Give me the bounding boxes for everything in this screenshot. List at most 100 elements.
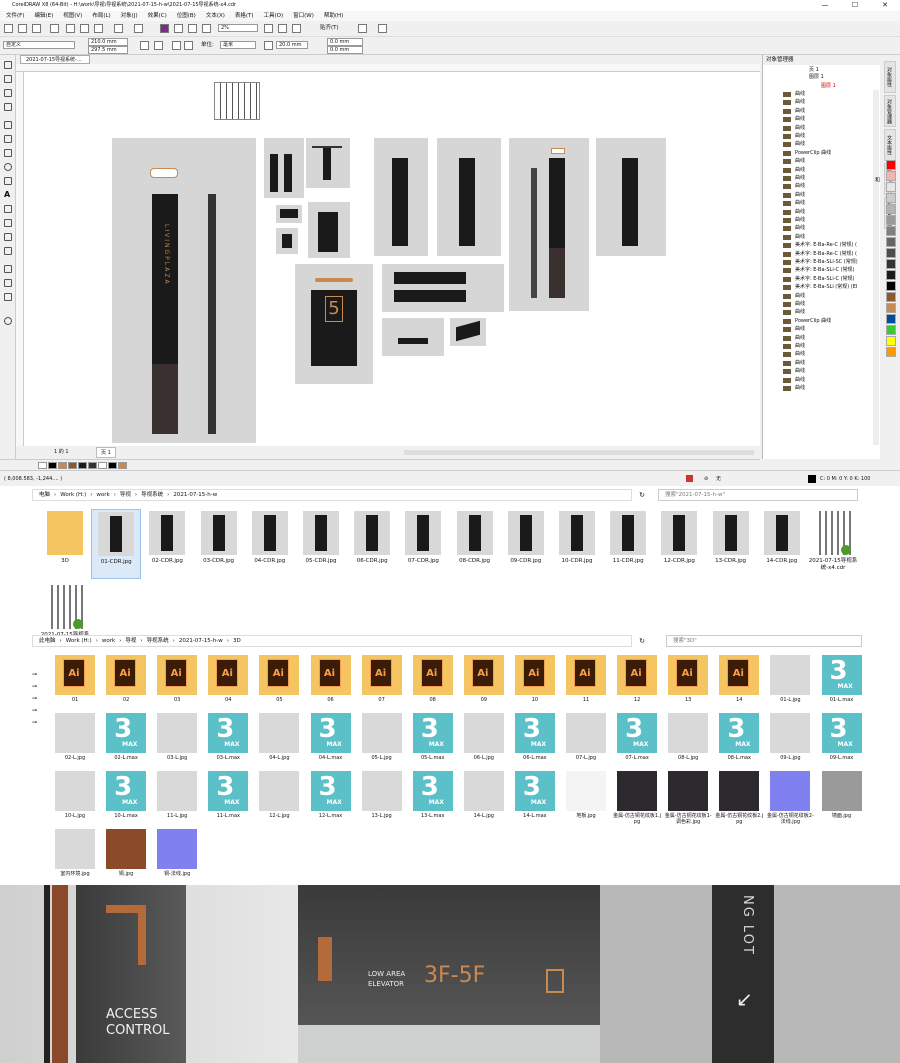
file-item[interactable]: 14-CDR.jpg (757, 509, 807, 579)
refresh-icon[interactable]: ↻ (636, 489, 648, 501)
crop-tool-icon[interactable] (4, 89, 12, 97)
artboard-03[interactable] (306, 138, 350, 188)
palette-swatch[interactable] (886, 259, 896, 269)
palette-swatch[interactable] (886, 347, 896, 357)
duplicate-y-field[interactable]: 0.0 mm (327, 46, 363, 54)
page-node[interactable]: 页 1 (809, 66, 819, 73)
file-item[interactable]: 3 MAX 07-L.max (612, 713, 662, 770)
breadcrumb-segment[interactable]: 导视 (125, 638, 136, 644)
file-item[interactable]: 07-L.jpg (561, 713, 611, 770)
chevron-right-icon[interactable]: › (96, 638, 98, 644)
breadcrumb-segment[interactable]: 导视 (120, 492, 131, 498)
object-tree-row[interactable]: 曲线 (783, 308, 878, 316)
print-icon[interactable] (50, 24, 59, 33)
chevron-right-icon[interactable]: › (114, 492, 116, 498)
object-tree-row[interactable]: 曲线 (783, 98, 878, 106)
page-tab[interactable]: 页 1 (96, 447, 116, 458)
file-item[interactable]: 12-L.jpg (254, 771, 304, 828)
object-tree-row[interactable]: 曲线 (783, 124, 878, 132)
object-tree-row[interactable]: PowerClip 曲线 (783, 317, 878, 325)
menu-item[interactable]: 工具(O) (264, 13, 284, 19)
menu-item[interactable]: 编辑(E) (34, 13, 53, 19)
refresh-icon[interactable]: ↻ (636, 635, 648, 647)
horizontal-scrollbar[interactable] (404, 450, 754, 455)
object-tree-row[interactable]: 曲线 (783, 199, 878, 207)
pin-icon[interactable]: ⊸ (32, 707, 42, 719)
document-swatch[interactable] (118, 462, 127, 469)
chevron-right-icon[interactable]: › (119, 638, 121, 644)
menu-item[interactable]: 文本(X) (206, 13, 225, 19)
file-item[interactable]: 12-CDR.jpg (654, 509, 704, 579)
units-select[interactable]: 毫米 (220, 41, 256, 49)
artboard-12[interactable] (382, 264, 504, 312)
object-tree-row[interactable]: 曲线 (783, 216, 878, 224)
undo-icon[interactable] (114, 24, 123, 33)
maximize-button[interactable]: ☐ (840, 0, 870, 11)
palette-swatch[interactable] (886, 314, 896, 324)
landscape-icon[interactable] (154, 41, 163, 50)
minimize-button[interactable]: — (810, 0, 840, 11)
file-item[interactable]: 14-L.jpg (459, 771, 509, 828)
palette-swatch[interactable] (886, 303, 896, 313)
object-tree-row[interactable]: 曲线 (783, 115, 878, 123)
file-item[interactable]: 金属-仿古铜花纹板2-法线.jpg (765, 771, 815, 828)
publish-pdf-icon[interactable] (188, 24, 197, 33)
file-item[interactable]: 室内环境.jpg (50, 829, 100, 886)
file-item[interactable]: 02-CDR.jpg (142, 509, 192, 579)
palette-swatch[interactable] (886, 325, 896, 335)
object-tree-row[interactable]: 曲线 (783, 384, 878, 392)
palette-swatch[interactable] (886, 171, 896, 181)
app-launcher-icon[interactable] (202, 24, 211, 33)
file-item[interactable]: 01-L.jpg (765, 655, 815, 712)
breadcrumb-segment[interactable]: Work (H:) (60, 492, 86, 498)
file-item[interactable]: 3 MAX 10-L.max (101, 771, 151, 828)
interactive-fill-icon[interactable] (4, 279, 12, 287)
document-swatch[interactable] (48, 462, 57, 469)
artboard-09[interactable] (509, 138, 589, 311)
eyedropper-tool-icon[interactable] (4, 265, 12, 273)
pin-icon[interactable]: ⊸ (32, 719, 42, 731)
icon-set-artwork[interactable] (214, 82, 260, 120)
chevron-right-icon[interactable]: › (173, 638, 175, 644)
docker-tab[interactable]: 对象管理器 (884, 95, 896, 127)
object-tree-row[interactable]: 曲线 (783, 233, 878, 241)
object-tree-row[interactable]: 美术字: E-Ba-SLi-SC (常规) (783, 258, 878, 266)
menu-item[interactable]: 对象(J) (121, 13, 138, 19)
object-tree-row[interactable]: 曲线 (783, 140, 878, 148)
palette-swatch[interactable] (886, 226, 896, 236)
document-swatch[interactable] (88, 462, 97, 469)
chevron-right-icon[interactable]: › (60, 638, 62, 644)
dimension-tool-icon[interactable] (4, 205, 12, 213)
file-item[interactable]: Ai 04 (203, 655, 253, 712)
file-item[interactable]: 06-CDR.jpg (347, 509, 397, 579)
layer-node[interactable]: 图层 1 (809, 73, 824, 80)
file-item[interactable]: 09-L.jpg (765, 713, 815, 770)
artboard-14[interactable] (450, 318, 486, 346)
connector-tool-icon[interactable] (4, 219, 12, 227)
breadcrumb-segment[interactable]: 导视系统 (141, 492, 163, 498)
breadcrumb-segment[interactable]: 2021-07-15-h-w (173, 492, 217, 498)
horizontal-ruler[interactable] (16, 64, 760, 72)
artboard-05[interactable] (308, 202, 350, 258)
file-item[interactable]: 03-CDR.jpg (194, 509, 244, 579)
palette-swatch[interactable] (886, 193, 896, 203)
file-item[interactable]: 3 MAX 04-L.max (306, 713, 356, 770)
object-tree-row[interactable]: 曲线 (783, 376, 878, 384)
rectangle-tool-icon[interactable] (4, 149, 12, 157)
object-tree-row[interactable]: 曲线 (783, 367, 878, 375)
palette-swatch[interactable] (886, 292, 896, 302)
chevron-right-icon[interactable]: › (54, 492, 56, 498)
palette-swatch[interactable] (886, 160, 896, 170)
object-tree-row[interactable]: 曲线 (783, 359, 878, 367)
zoom-level-select[interactable]: 2% (218, 24, 258, 32)
search-box-1[interactable]: 搜索"2021-07-15-h-w" (658, 489, 858, 501)
file-item[interactable]: 05-L.jpg (357, 713, 407, 770)
palette-swatch[interactable] (886, 237, 896, 247)
snap-to-button[interactable]: 贴齐(T) (320, 24, 339, 33)
vertical-ruler[interactable] (16, 72, 24, 446)
document-swatch[interactable] (98, 462, 107, 469)
close-button[interactable]: ✕ (870, 0, 900, 11)
palette-swatch[interactable] (886, 270, 896, 280)
polygon-tool-icon[interactable] (4, 177, 12, 185)
transparency-tool-icon[interactable] (4, 247, 12, 255)
